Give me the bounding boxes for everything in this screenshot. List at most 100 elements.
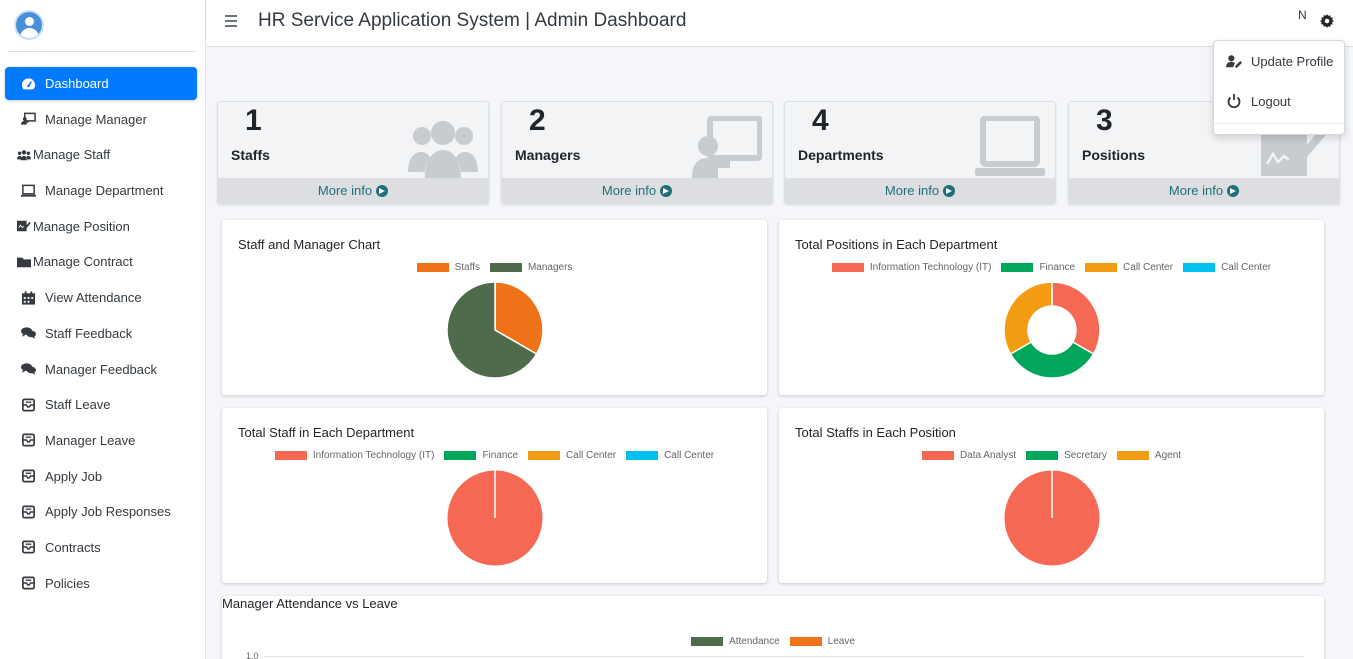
legend-label: Data Analyst [959,450,1017,461]
laptop-icon [975,116,1045,176]
sidebar-item-manage-staff[interactable]: Manage Staff [5,138,197,171]
sidebar-item-staff-feedback[interactable]: Staff Feedback [5,317,197,350]
legend-label: Finance [482,450,519,461]
chart-legend: Data Analyst Secretary Agent [779,450,1324,461]
calendar-icon [19,291,37,305]
sidebar-item-manager-feedback[interactable]: Manager Feedback [5,353,197,386]
arrow-circle-right-icon [660,184,673,197]
sidebar-item-label: View Attendance [45,290,142,306]
donut-chart [1003,281,1101,379]
comments-icon [19,362,37,376]
folder-icon [17,255,31,269]
sidebar-item-dashboard[interactable]: Dashboard [5,67,197,100]
sidebar-item-manage-position[interactable]: Manage Position [5,210,197,243]
sidebar-item-apply-job[interactable]: Apply Job [5,460,197,493]
legend-item[interactable]: Staffs [416,262,480,273]
legend-label: Call Center [1221,262,1272,273]
sidebar-item-manager-leave[interactable]: Manager Leave [5,424,197,457]
chart-legend: Information Technology (IT) Finance Call… [779,262,1324,273]
signature-icon [17,219,31,233]
legend-item[interactable]: Information Technology (IT) [274,450,434,461]
more-info-link[interactable]: More info [785,178,1055,203]
sidebar-item-manage-manager[interactable]: Manage Manager [5,103,197,136]
user-initial[interactable]: N [1298,8,1307,22]
inbox-icon [19,540,37,554]
logout-menu-item[interactable]: Logout [1214,81,1344,121]
stat-box-managers: 2 Managers More info [501,101,773,204]
sidebar-item-label: Staff Leave [45,397,111,413]
legend-item[interactable]: Data Analyst [921,450,1017,461]
chart-card-positions-department: Total Positions in Each Department Infor… [779,220,1324,395]
legend-item[interactable]: Secretary [1026,450,1107,461]
sidebar-item-label: Policies [45,575,90,591]
legend-item[interactable]: Information Technology (IT) [831,262,992,273]
sidebar-item-label: Apply Job [45,468,103,484]
sidebar-item-view-attendance[interactable]: View Attendance [5,281,197,314]
more-info-link[interactable]: More info [218,178,488,203]
more-info-label: More info [1168,183,1224,198]
legend-item[interactable]: Managers [489,262,573,273]
legend-item[interactable]: Call Center [1183,262,1271,273]
pie-chart [446,469,544,567]
legend-item[interactable]: Agent [1116,450,1181,461]
stat-label: Positions [1082,147,1146,163]
legend-item[interactable]: Attendance [691,636,780,647]
legend-swatch [626,451,659,460]
stat-count: 3 [1096,104,1113,137]
chart-title: Total Staffs in Each Position [795,425,956,440]
stat-count: 1 [245,104,262,137]
y-tick-label: 1.0 [246,651,259,659]
legend-label: Call Center [664,450,715,461]
sidebar-nav: Dashboard Manage Manager Manage Staff Ma… [0,52,205,600]
sidebar-item-label: Manage Manager [45,111,147,127]
legend-label: Call Center [566,450,617,461]
inbox-icon [19,505,37,519]
more-info-label: More info [601,183,657,198]
sidebar-item-manage-department[interactable]: Manage Department [5,174,197,207]
legend-item[interactable]: Call Center [626,450,714,461]
more-info-link[interactable]: More info [502,178,772,203]
legend-item[interactable]: Call Center [1085,262,1173,273]
brand [8,0,197,52]
legend-label: Information Technology (IT) [869,262,992,273]
chart-card-staff-manager: Staff and Manager Chart Staffs Managers [222,220,767,395]
chalkboard-teacher-icon [19,112,37,126]
legend-swatch [789,637,822,646]
chalkboard-teacher-icon [692,116,762,178]
chart-legend: Staffs Managers [222,262,767,273]
sidebar-item-label: Dashboard [45,76,109,91]
users-icon [17,148,31,162]
sidebar-item-staff-leave[interactable]: Staff Leave [5,388,197,421]
user-avatar-icon[interactable] [14,10,44,40]
logout-label: Logout [1251,93,1291,109]
hamburger-menu-icon[interactable] [225,15,237,27]
laptop-icon [19,184,37,198]
legend-item[interactable]: Finance [444,450,518,461]
sidebar-item-apply-job-responses[interactable]: Apply Job Responses [5,495,197,528]
stat-box-departments: 4 Departments More info [784,101,1056,204]
stat-label: Staffs [231,147,270,163]
page-title: HR Service Application System | Admin Da… [258,10,687,31]
chart-title: Total Staff in Each Department [238,425,415,440]
gear-icon[interactable] [1320,14,1334,28]
legend-item[interactable]: Call Center [528,450,616,461]
comments-icon [19,326,37,340]
gridline [264,656,1305,657]
legend-item[interactable]: Leave [789,636,855,647]
legend-swatch [416,263,449,272]
legend-swatch [691,637,724,646]
legend-item[interactable]: Finance [1001,262,1075,273]
pie-slice[interactable] [1003,281,1053,356]
update-profile-menu-item[interactable]: Update Profile [1214,41,1344,81]
inbox-icon [19,398,37,412]
legend-label: Finance [1039,262,1076,273]
sidebar-item-policies[interactable]: Policies [5,567,197,600]
sidebar-item-contracts[interactable]: Contracts [5,531,197,564]
chart-title: Total Positions in Each Department [795,237,998,252]
chart-card-attendance-leave: Manager Attendance vs Leave Attendance L… [222,596,1324,659]
sidebar-item-manage-contract[interactable]: Manage Contract [5,245,197,278]
legend-label: Managers [527,262,573,273]
more-info-link[interactable]: More info [1069,178,1339,203]
tachometer-icon [19,77,37,91]
inbox-icon [19,576,37,590]
